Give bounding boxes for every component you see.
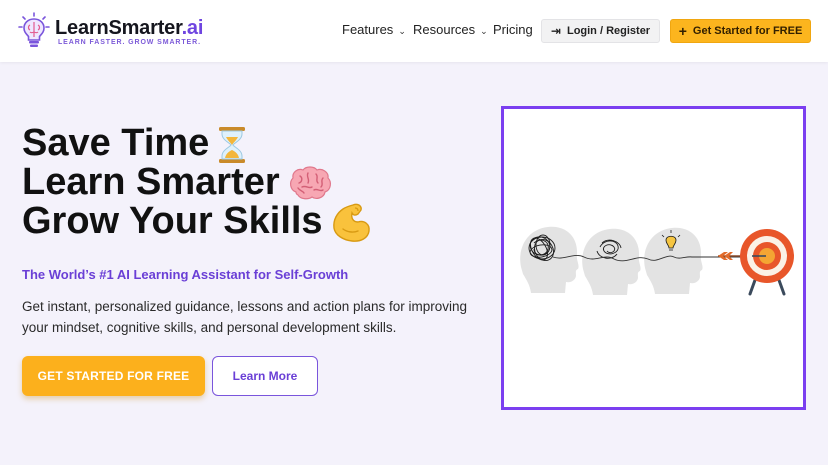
get-started-header-label: Get Started for FREE	[692, 25, 803, 37]
get-started-header-button[interactable]: + Get Started for FREE	[670, 19, 811, 43]
login-register-button[interactable]: ⇥ Login / Register	[541, 19, 660, 43]
brand-name: LearnSmarter.ai	[55, 17, 204, 39]
get-started-hero-label: GET STARTED FOR FREE	[37, 369, 190, 383]
lightbulb-head-icon	[644, 227, 703, 294]
hero-description: Get instant, personalized guidance, less…	[22, 299, 468, 335]
nav-pricing[interactable]: Pricing	[493, 22, 533, 37]
headline-text-2: Learn Smarter	[22, 161, 280, 203]
nav-resources[interactable]: Resources ⌄	[413, 22, 488, 37]
learn-more-button[interactable]: Learn More	[212, 356, 318, 396]
login-register-label: Login / Register	[566, 25, 651, 37]
nav-resources-label: Resources	[413, 22, 476, 37]
headline-text-1: Save Time	[22, 122, 210, 164]
logo[interactable]: LearnSmarter.ai LEARN FASTER. GROW SMART…	[18, 12, 218, 50]
nav-pricing-label: Pricing	[493, 22, 533, 37]
thinking-progress-illustration	[520, 226, 794, 296]
untangling-head-icon	[582, 228, 641, 295]
hourglass-icon	[219, 126, 246, 163]
hero-illustration	[501, 106, 806, 410]
site-header: LearnSmarter.ai LEARN FASTER. GROW SMART…	[0, 0, 828, 62]
nav-features-label: Features	[342, 22, 394, 37]
headline-line-1: Save Time	[22, 124, 371, 163]
tangled-thoughts-head-icon	[520, 226, 579, 293]
target-icon	[740, 229, 794, 296]
login-arrow-icon: ⇥	[550, 24, 561, 38]
hero-subheadline: The World’s #1 AI Learning Assistant for…	[22, 267, 349, 282]
headline-text-3: Grow Your Skills	[22, 200, 323, 243]
lightbulb-brain-icon	[18, 12, 50, 47]
chevron-down-icon: ⌄	[480, 26, 488, 36]
flexed-biceps-icon	[332, 203, 370, 242]
chevron-down-icon: ⌄	[398, 26, 406, 36]
headline-line-3: Grow Your Skills	[22, 200, 371, 243]
hero-headline: Save Time Learn Smarter Grow Your Skills	[22, 124, 371, 243]
learn-more-label: Learn More	[232, 369, 298, 383]
brand-tagline: LEARN FASTER. GROW SMARTER.	[58, 39, 201, 46]
brain-icon	[289, 166, 331, 200]
headline-line-2: Learn Smarter	[22, 163, 371, 202]
get-started-hero-button[interactable]: GET STARTED FOR FREE	[22, 356, 205, 396]
plus-icon: +	[678, 23, 687, 39]
nav-features[interactable]: Features ⌄	[342, 22, 406, 37]
